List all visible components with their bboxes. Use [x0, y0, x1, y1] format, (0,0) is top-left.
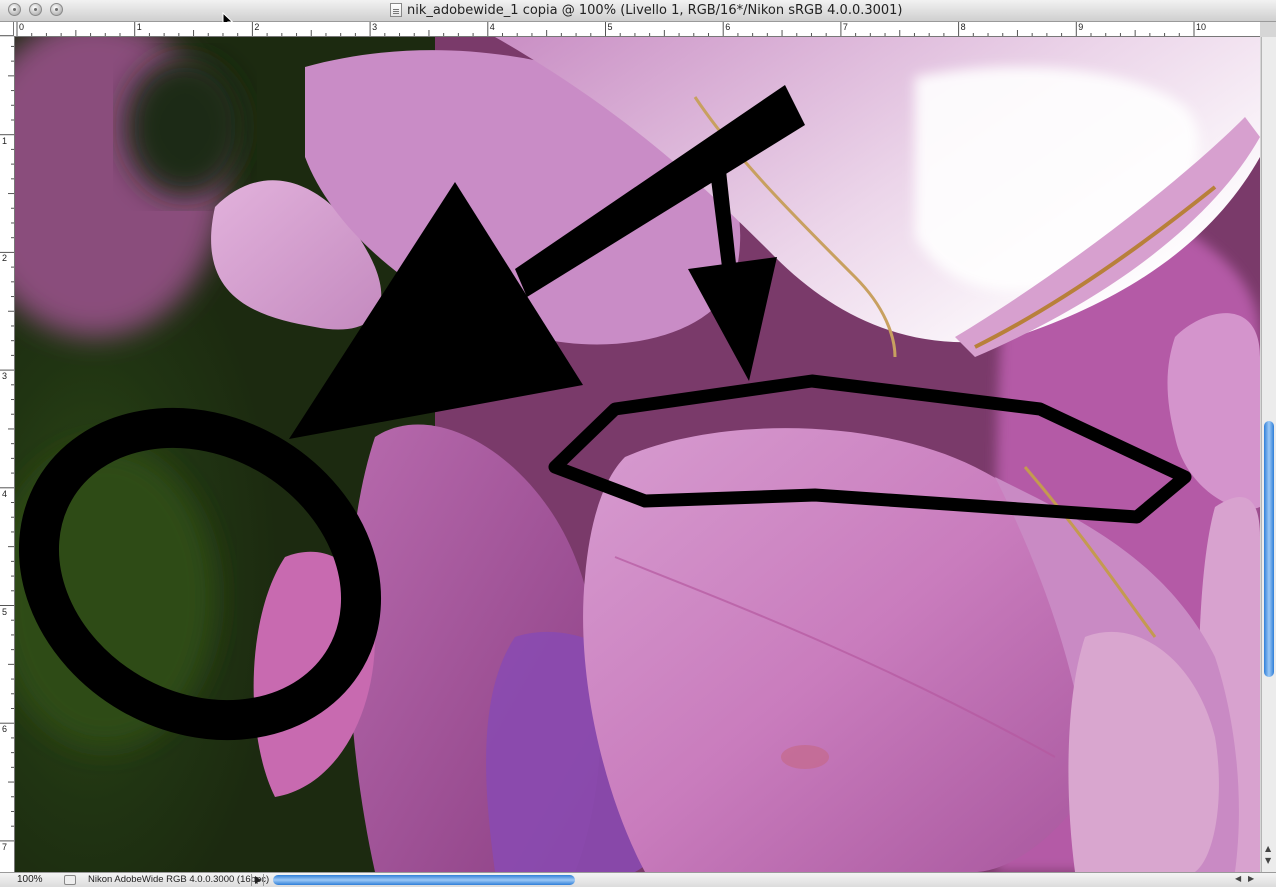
- zoom-button-icon[interactable]: [50, 3, 63, 16]
- status-bar: 100% Nikon AdobeWide RGB 4.0.0.3000 (16b…: [0, 872, 1276, 887]
- document-info[interactable]: Nikon AdobeWide RGB 4.0.0.3000 (16bpc): [82, 874, 269, 886]
- status-menu-arrow-icon[interactable]: [251, 874, 264, 886]
- minimize-button-icon[interactable]: [29, 3, 42, 16]
- scroll-right-arrow-icon[interactable]: ▶: [1248, 874, 1254, 883]
- ruler-top-label: 3: [372, 22, 378, 32]
- ruler-left-label: 2: [2, 253, 8, 264]
- ruler-left-label: 5: [2, 606, 8, 617]
- ruler-top-label: 0: [19, 22, 25, 32]
- window-title: nik_adobewide_1 copia @ 100% (Livello 1,…: [407, 3, 903, 18]
- ruler-top-label: 7: [842, 22, 848, 32]
- horizontal-scrollbar[interactable]: ◀ ▶: [270, 874, 1254, 886]
- ruler-top-label: 6: [725, 22, 731, 32]
- vertical-ruler[interactable]: 1 2 3 4 5 6 7: [0, 37, 15, 872]
- canvas-image: [15, 37, 1260, 872]
- ruler-top-label: 5: [607, 22, 613, 32]
- horizontal-scroll-thumb[interactable]: [273, 875, 575, 885]
- ruler-top-label: 1: [136, 22, 142, 32]
- ruler-origin[interactable]: [0, 22, 14, 36]
- ruler-top-label: 4: [489, 22, 495, 32]
- ruler-left-label: 4: [2, 488, 8, 499]
- close-button-icon[interactable]: [8, 3, 21, 16]
- scroll-down-arrow-icon[interactable]: ▼: [1265, 856, 1271, 865]
- ruler-top-label: 9: [1078, 22, 1084, 32]
- ruler-left-label: 7: [2, 841, 8, 852]
- ruler-top-label: 8: [960, 22, 966, 32]
- ruler-left-label: 3: [2, 371, 8, 382]
- vertical-scroll-thumb[interactable]: [1264, 421, 1274, 677]
- document-icon: [390, 3, 402, 17]
- vertical-scrollbar[interactable]: ▲ ▼: [1261, 37, 1276, 872]
- document-profile-icon: [64, 875, 76, 885]
- ruler-top-label: 2: [254, 22, 260, 32]
- scroll-left-arrow-icon[interactable]: ◀: [1235, 874, 1241, 883]
- scroll-up-arrow-icon[interactable]: ▲: [1265, 844, 1271, 853]
- zoom-level-field[interactable]: 100%: [3, 874, 61, 886]
- window-titlebar[interactable]: nik_adobewide_1 copia @ 100% (Livello 1,…: [0, 0, 1276, 30]
- horizontal-ruler[interactable]: 0 1 2 3 4 5 6 7 8 9 10: [14, 22, 1260, 37]
- ruler-top-label: 10: [1196, 22, 1207, 32]
- ruler-left-label: 6: [2, 724, 8, 735]
- document-canvas[interactable]: [15, 37, 1260, 872]
- ruler-left-label: 1: [2, 135, 8, 146]
